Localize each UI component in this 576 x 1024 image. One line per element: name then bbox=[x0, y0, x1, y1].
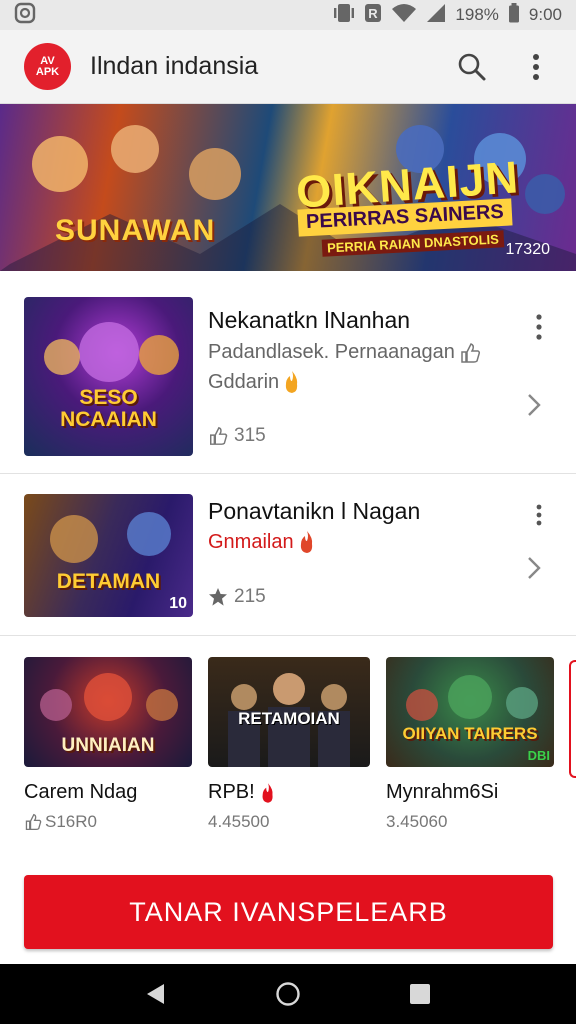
game-rating: 215 bbox=[208, 586, 266, 608]
thumbs-up-icon bbox=[25, 813, 42, 831]
thumbnail-title: UNNIAIAN bbox=[61, 735, 155, 756]
featured-count-value: S16R0 bbox=[45, 812, 97, 831]
featured-count: 4.45500 bbox=[208, 812, 270, 831]
thumbs-up-icon bbox=[461, 342, 480, 363]
primary-cta-button[interactable]: TANAR IVANSPELEARB bbox=[24, 875, 553, 949]
game-thumbnail: SESO NCAAIAN bbox=[24, 297, 193, 456]
banner-corner-number: 17320 bbox=[505, 241, 551, 258]
back-button[interactable] bbox=[136, 974, 176, 1014]
signal-icon bbox=[426, 3, 446, 28]
featured-name: RPB! bbox=[208, 781, 370, 804]
featured-item[interactable]: UNNIAIAN Carem Ndag S16R0 bbox=[24, 657, 192, 832]
game-thumbnail: DETAMAN 10 bbox=[24, 494, 193, 617]
home-icon bbox=[276, 982, 300, 1006]
rating-value: 215 bbox=[234, 586, 266, 607]
search-button[interactable] bbox=[450, 45, 494, 89]
list-item[interactable]: SESO NCAAIAN Nekanatkn lNanhan Padandlas… bbox=[0, 271, 576, 474]
fire-icon bbox=[286, 371, 298, 393]
thumbnail-badge: 10 bbox=[169, 595, 187, 612]
item-menu-button[interactable] bbox=[527, 312, 551, 342]
game-subtitle-text: Padandlasek. Pernaanagan bbox=[208, 341, 455, 363]
chevron-right-icon bbox=[528, 394, 541, 416]
thumbnail-title: SESO NCAAIAN bbox=[60, 386, 157, 431]
game-genre: Gnmailan bbox=[208, 530, 316, 554]
fire-icon bbox=[300, 531, 312, 553]
game-genre-text: Gddarin bbox=[208, 370, 280, 393]
list-item[interactable]: DETAMAN 10 Ponavtanikn l Nagan Gnmailan … bbox=[0, 474, 576, 636]
svg-text:R: R bbox=[369, 6, 379, 21]
recents-icon bbox=[410, 984, 430, 1004]
more-vert-icon bbox=[536, 504, 542, 526]
battery-level: 198% bbox=[455, 5, 499, 24]
open-item-button[interactable] bbox=[521, 553, 547, 583]
thumbs-up-icon bbox=[210, 426, 228, 445]
featured-name: Mynrahm6Si bbox=[386, 781, 499, 803]
search-icon bbox=[458, 53, 486, 80]
next-featured-peek[interactable] bbox=[569, 660, 576, 778]
system-nav-bar bbox=[0, 964, 576, 1024]
game-rating: 315 bbox=[208, 425, 266, 447]
featured-name: Carem Ndag bbox=[24, 781, 138, 803]
game-title: Ponavtanikn l Nagan bbox=[208, 498, 421, 524]
game-genre-text: Gnmailan bbox=[208, 530, 294, 553]
status-bar: R 198% 9:00 bbox=[0, 0, 576, 30]
battery-icon bbox=[508, 2, 520, 28]
item-menu-button[interactable] bbox=[527, 500, 551, 530]
game-title: Nekanatkn lNanhan bbox=[208, 307, 411, 333]
featured-item[interactable]: RETAMOIAN RPB! 4.45500 bbox=[208, 657, 370, 832]
open-item-button[interactable] bbox=[521, 390, 547, 420]
hero-banner[interactable]: SUNAWAN OIKNAIJN PERIRRAS SAINERS PERRIA… bbox=[0, 104, 576, 271]
fire-icon bbox=[262, 782, 273, 803]
recents-button[interactable] bbox=[400, 974, 440, 1014]
notification-icon bbox=[14, 2, 36, 29]
more-vert-icon bbox=[536, 314, 542, 340]
data-icon: R bbox=[364, 3, 382, 28]
logo-line-1: AV bbox=[40, 54, 55, 67]
game-subtitle: Padandlasek. Pernaanagan bbox=[208, 341, 481, 364]
featured-count: 3.45060 bbox=[386, 812, 448, 831]
banner-game-title: SUNAWAN bbox=[55, 214, 216, 247]
chevron-right-icon bbox=[528, 557, 541, 579]
clock: 9:00 bbox=[528, 5, 562, 24]
thumbnail-title: RETAMOIAN bbox=[238, 709, 340, 728]
logo-line-2: APK bbox=[35, 65, 60, 78]
overflow-menu-button[interactable] bbox=[514, 45, 558, 89]
thumbnail-title: OIIYAN TAIRERS bbox=[402, 724, 538, 743]
home-button[interactable] bbox=[268, 974, 308, 1014]
featured-name-text: RPB! bbox=[208, 781, 255, 803]
featured-item[interactable]: OIIYAN TAIRERS DBI Mynrahm6Si 3.45060 bbox=[386, 657, 554, 832]
rating-value: 315 bbox=[234, 425, 266, 446]
thumbnail-title: DETAMAN bbox=[56, 570, 161, 593]
star-icon bbox=[209, 588, 227, 606]
featured-thumbnail: UNNIAIAN bbox=[24, 657, 192, 767]
featured-count: S16R0 bbox=[24, 812, 192, 832]
wifi-icon bbox=[391, 3, 417, 28]
back-icon bbox=[147, 984, 164, 1004]
app-bar: AV APK Ilndan indansia bbox=[0, 30, 576, 104]
vibrate-icon bbox=[333, 3, 355, 28]
more-vert-icon bbox=[533, 53, 539, 80]
app-logo[interactable]: AV APK bbox=[24, 43, 71, 90]
thumbnail-badge: DBI bbox=[527, 748, 550, 763]
featured-thumbnail: OIIYAN TAIRERS DBI bbox=[386, 657, 554, 767]
app-title: Ilndan indansia bbox=[90, 52, 259, 80]
game-genre: Gddarin bbox=[208, 370, 301, 394]
featured-thumbnail: RETAMOIAN bbox=[208, 657, 370, 767]
